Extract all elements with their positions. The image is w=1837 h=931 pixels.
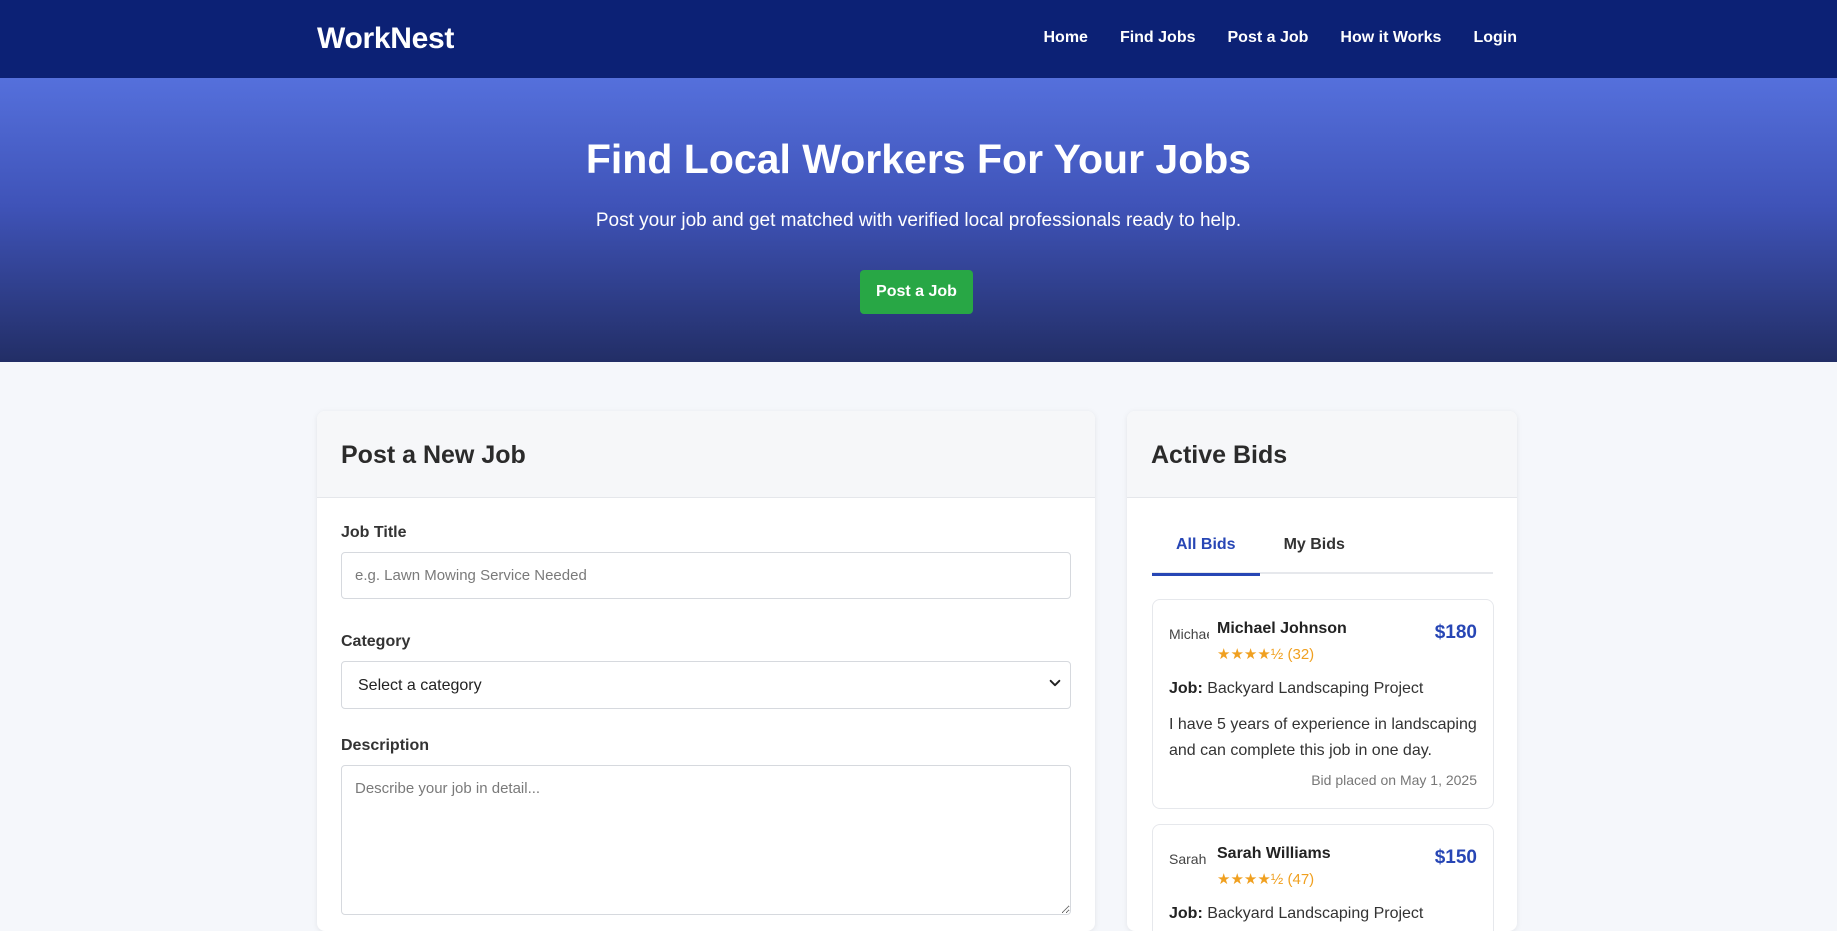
bid-item[interactable]: Michael Johnson Michael Johnson ★★★★½ (3… — [1152, 599, 1494, 809]
nav-how-it-works-link[interactable]: How it Works — [1340, 29, 1441, 47]
bidder-name: Michael Johnson — [1217, 620, 1347, 637]
description-textarea[interactable] — [341, 765, 1071, 915]
bid-price: $180 — [1434, 622, 1477, 643]
star-rating-icon: ★★★★½ — [1217, 871, 1284, 888]
bid-item[interactable]: Sarah Williams Sarah Williams ★★★★½ (47)… — [1152, 824, 1494, 931]
bid-job-label: Job: — [1169, 680, 1203, 697]
job-title-label: Job Title — [341, 524, 407, 541]
chevron-down-icon — [1049, 679, 1061, 687]
hero-subtitle: Post your job and get matched with verif… — [595, 210, 1242, 231]
post-job-card: Post a New Job Job Title Category Select… — [317, 411, 1095, 931]
bid-message: I have 5 years of experience in landscap… — [1169, 716, 1477, 759]
top-navbar: WorkNest Home Find Jobs Post a Job How i… — [0, 0, 1837, 78]
category-label: Category — [341, 633, 411, 650]
avatar: Sarah Williams — [1169, 851, 1209, 867]
avatar: Michael Johnson — [1169, 626, 1209, 642]
bid-date: Bid placed on May 1, 2025 — [1311, 772, 1477, 788]
bid-price: $150 — [1434, 847, 1477, 868]
bids-tabs: All Bids My Bids — [1152, 536, 1493, 576]
active-bids-card: Active Bids All Bids My Bids Michael Joh… — [1127, 411, 1517, 931]
bidder-name: Sarah Williams — [1217, 845, 1331, 862]
category-select[interactable]: Select a category — [341, 661, 1071, 709]
job-title-input[interactable] — [341, 552, 1071, 599]
category-selected-value: Select a category — [358, 677, 482, 694]
bid-job-label: Job: — [1169, 905, 1203, 922]
bid-job: Job: Backyard Landscaping Project — [1169, 680, 1423, 698]
nav-login-link[interactable]: Login — [1473, 29, 1517, 47]
hero-title: Find Local Workers For Your Jobs — [585, 136, 1252, 182]
brand-logo[interactable]: WorkNest — [317, 22, 454, 56]
main-nav: Home Find Jobs Post a Job How it Works L… — [1043, 29, 1517, 47]
review-count: (47) — [1287, 871, 1315, 888]
nav-post-job-link[interactable]: Post a Job — [1228, 29, 1309, 47]
active-bids-heading: Active Bids — [1127, 411, 1517, 498]
review-count: (32) — [1287, 646, 1315, 663]
bidder-rating: ★★★★½ (32) — [1217, 645, 1314, 663]
bid-job: Job: Backyard Landscaping Project — [1169, 905, 1423, 923]
hero-banner: Find Local Workers For Your Jobs Post yo… — [0, 78, 1837, 362]
bid-job-title: Backyard Landscaping Project — [1207, 905, 1424, 922]
tab-my-bids[interactable]: My Bids — [1260, 536, 1369, 574]
post-job-heading: Post a New Job — [317, 411, 1095, 498]
post-job-form: Job Title Category Select a category Des… — [317, 498, 1095, 920]
star-rating-icon: ★★★★½ — [1217, 646, 1284, 663]
tab-all-bids[interactable]: All Bids — [1152, 536, 1260, 576]
hero-post-job-button[interactable]: Post a Job — [860, 270, 973, 314]
nav-home-link[interactable]: Home — [1043, 29, 1087, 47]
bid-job-title: Backyard Landscaping Project — [1207, 680, 1424, 697]
nav-find-jobs-link[interactable]: Find Jobs — [1120, 29, 1196, 47]
description-label: Description — [341, 737, 430, 754]
bidder-rating: ★★★★½ (47) — [1217, 870, 1314, 888]
